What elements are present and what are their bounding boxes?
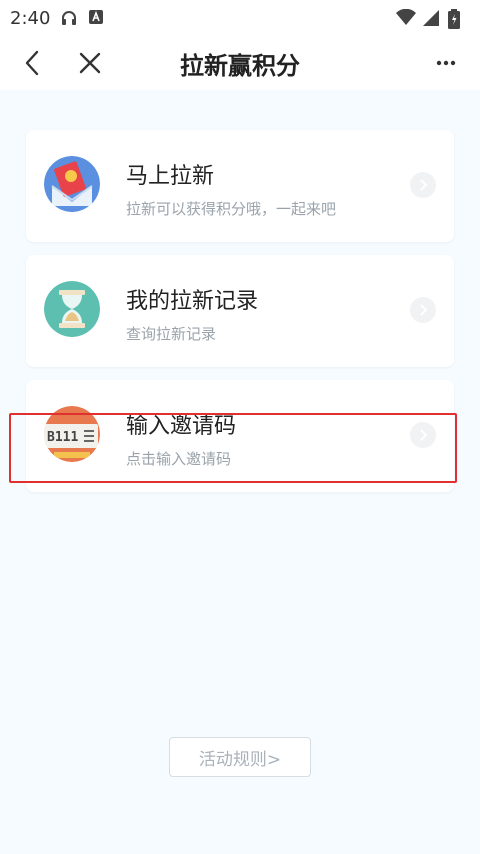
- highlight-box: [9, 413, 457, 483]
- chevron-left-icon: [25, 50, 39, 76]
- card-subtitle: 拉新可以获得积分哦，一起来吧: [126, 200, 337, 218]
- headset-icon: [60, 9, 78, 27]
- signal-icon: [422, 9, 440, 27]
- chevron-right-icon: [410, 172, 436, 198]
- card-invite-now[interactable]: 马上拉新 拉新可以获得积分哦，一起来吧: [26, 130, 454, 242]
- card-invite-records[interactable]: 我的拉新记录 查询拉新记录: [26, 255, 454, 367]
- page-title: 拉新赢积分: [180, 51, 300, 80]
- activity-rules-button[interactable]: 活动规则>: [169, 737, 311, 777]
- close-button[interactable]: [74, 36, 106, 90]
- top-nav-bar: 拉新赢积分: [0, 36, 480, 90]
- chevron-right-icon: [410, 297, 436, 323]
- wifi-icon: [396, 8, 416, 27]
- more-options-button[interactable]: [430, 36, 462, 90]
- red-envelope-icon: [44, 156, 100, 212]
- close-icon: [79, 52, 101, 74]
- status-time: 2:40: [10, 7, 51, 29]
- app-a-icon: [88, 9, 106, 27]
- card-title: 马上拉新: [126, 164, 215, 189]
- status-bar: 2:40: [0, 0, 480, 36]
- card-subtitle: 查询拉新记录: [126, 325, 217, 343]
- hourglass-icon: [44, 281, 100, 337]
- more-dots-icon: [436, 60, 456, 66]
- battery-icon: [448, 9, 466, 29]
- card-title: 我的拉新记录: [126, 289, 259, 314]
- back-button[interactable]: [16, 36, 48, 90]
